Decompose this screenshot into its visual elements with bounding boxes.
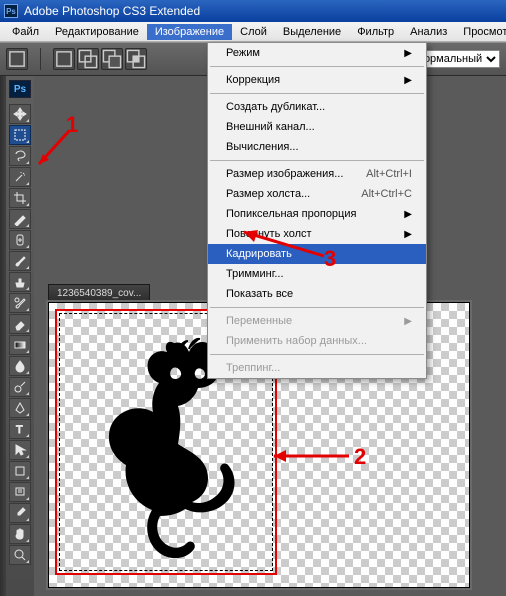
menuitem-trim[interactable]: Тримминг... bbox=[208, 264, 426, 284]
titlebar: Ps Adobe Photoshop CS3 Extended bbox=[0, 0, 506, 22]
menu-view[interactable]: Просмотр bbox=[455, 24, 506, 40]
tool-eyedropper[interactable] bbox=[9, 503, 31, 523]
ps-badge-icon: Ps bbox=[9, 80, 31, 98]
tool-type[interactable]: T bbox=[9, 419, 31, 439]
menu-separator bbox=[210, 66, 424, 67]
annotation-arrow-1 bbox=[29, 126, 79, 176]
menuitem-image-size[interactable]: Размер изображения...Alt+Ctrl+I bbox=[208, 164, 426, 184]
tool-lasso[interactable] bbox=[9, 146, 31, 166]
selection-mode-group bbox=[53, 48, 147, 70]
menuitem-calculations[interactable]: Вычисления... bbox=[208, 137, 426, 157]
menu-separator bbox=[210, 354, 424, 355]
tool-dodge[interactable] bbox=[9, 377, 31, 397]
annotation-number-2: 2 bbox=[354, 444, 366, 470]
selection-add-icon[interactable] bbox=[77, 48, 99, 70]
tool-rect-marquee[interactable] bbox=[9, 125, 31, 145]
menuitem-apply-dataset: Применить набор данных... bbox=[208, 331, 426, 351]
tool-gradient[interactable] bbox=[9, 335, 31, 355]
menu-image[interactable]: Изображение bbox=[147, 24, 232, 40]
tool-pen[interactable] bbox=[9, 398, 31, 418]
menubar: Файл Редактирование Изображение Слой Выд… bbox=[0, 22, 506, 42]
selection-subtract-icon[interactable] bbox=[101, 48, 123, 70]
tool-move[interactable] bbox=[9, 104, 31, 124]
menuitem-pixel-aspect[interactable]: Попиксельная пропорция▶ bbox=[208, 204, 426, 224]
separator bbox=[40, 48, 41, 70]
image-menu-dropdown: Режим▶ Коррекция▶ Создать дубликат... Вн… bbox=[207, 42, 427, 379]
tool-crop[interactable] bbox=[9, 188, 31, 208]
annotation-arrow-3 bbox=[234, 226, 334, 266]
workspace: Ps T 1236540389_cov... bbox=[0, 76, 506, 596]
submenu-arrow-icon: ▶ bbox=[404, 229, 412, 240]
selection-new-icon[interactable] bbox=[53, 48, 75, 70]
submenu-arrow-icon: ▶ bbox=[404, 75, 412, 86]
canvas-area: 1236540389_cov... Режим▶ Коррекция▶ Созд… bbox=[34, 76, 506, 596]
tool-clone[interactable] bbox=[9, 272, 31, 292]
tool-magic-wand[interactable] bbox=[9, 167, 31, 187]
tool-shape[interactable] bbox=[9, 461, 31, 481]
tool-history-brush[interactable] bbox=[9, 293, 31, 313]
submenu-arrow-icon: ▶ bbox=[404, 209, 412, 220]
tool-notes[interactable] bbox=[9, 482, 31, 502]
tool-path-select[interactable] bbox=[9, 440, 31, 460]
tool-preset-icon[interactable] bbox=[6, 48, 28, 70]
menu-separator bbox=[210, 93, 424, 94]
submenu-arrow-icon: ▶ bbox=[404, 316, 412, 327]
menuitem-adjustments[interactable]: Коррекция▶ bbox=[208, 70, 426, 90]
annotation-arrow-2 bbox=[264, 446, 354, 466]
menu-separator bbox=[210, 160, 424, 161]
tool-hand[interactable] bbox=[9, 524, 31, 544]
menuitem-mode[interactable]: Режим▶ bbox=[208, 43, 426, 63]
menu-analysis[interactable]: Анализ bbox=[402, 24, 455, 40]
selection-intersect-icon[interactable] bbox=[125, 48, 147, 70]
app-title: Adobe Photoshop CS3 Extended bbox=[24, 4, 200, 18]
menuitem-duplicate[interactable]: Создать дубликат... bbox=[208, 97, 426, 117]
menu-filter[interactable]: Фильтр bbox=[349, 24, 402, 40]
app-logo-icon: Ps bbox=[4, 4, 18, 18]
menu-separator bbox=[210, 307, 424, 308]
tool-zoom[interactable] bbox=[9, 545, 31, 565]
menu-file[interactable]: Файл bbox=[4, 24, 47, 40]
menu-edit[interactable]: Редактирование bbox=[47, 24, 147, 40]
document-tab[interactable]: 1236540389_cov... bbox=[48, 284, 150, 302]
tool-healing[interactable] bbox=[9, 230, 31, 250]
menu-select[interactable]: Выделение bbox=[275, 24, 349, 40]
menuitem-reveal-all[interactable]: Показать все bbox=[208, 284, 426, 304]
tool-blur[interactable] bbox=[9, 356, 31, 376]
menuitem-apply-image[interactable]: Внешний канал... bbox=[208, 117, 426, 137]
submenu-arrow-icon: ▶ bbox=[404, 48, 412, 59]
svg-text:T: T bbox=[16, 424, 23, 436]
menu-layer[interactable]: Слой bbox=[232, 24, 275, 40]
menuitem-trap: Треппинг... bbox=[208, 358, 426, 378]
menuitem-variables: Переменные▶ bbox=[208, 311, 426, 331]
tool-brush[interactable] bbox=[9, 251, 31, 271]
tool-eraser[interactable] bbox=[9, 314, 31, 334]
tool-slice[interactable] bbox=[9, 209, 31, 229]
menuitem-canvas-size[interactable]: Размер холста...Alt+Ctrl+C bbox=[208, 184, 426, 204]
